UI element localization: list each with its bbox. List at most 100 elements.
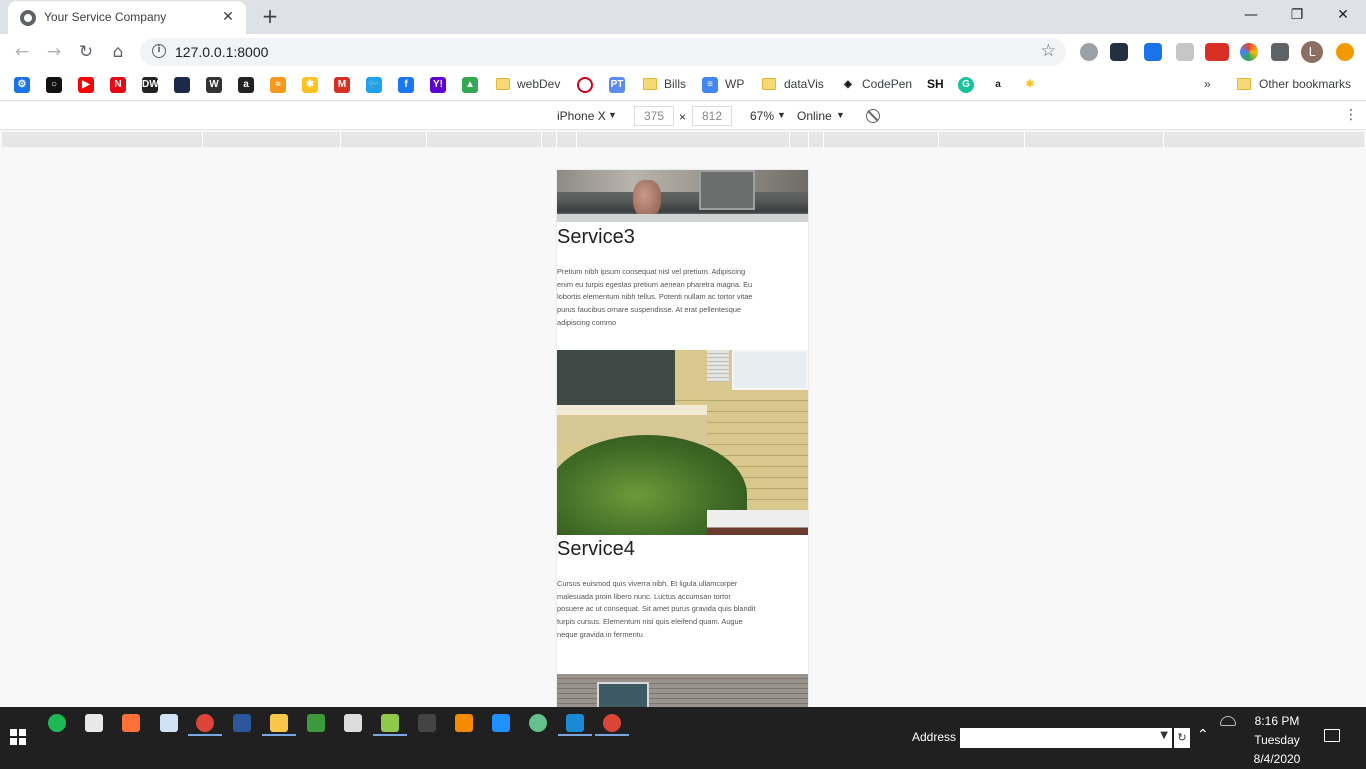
url-text[interactable]: 127.0.0.1:8000 [175,44,268,60]
bookmark-codepen[interactable]: CodePen [862,77,912,91]
height-input[interactable]: 812 [692,106,732,126]
terminal-icon[interactable] [418,714,436,732]
youtube-icon[interactable]: ▶ [78,77,94,93]
github-icon[interactable] [344,714,362,732]
spotify-icon[interactable] [48,714,66,732]
wsj-icon[interactable] [174,77,190,93]
network-select[interactable]: Online [797,109,832,123]
tab-close-button[interactable]: ✕ [218,7,238,27]
address-toolbar-input[interactable]: ▼ [960,728,1172,748]
notification-icon[interactable] [1324,729,1340,742]
media-query-bar[interactable] [2,132,1364,147]
windows-start-button[interactable] [10,729,26,745]
pt-icon[interactable]: PT [609,77,625,93]
forward-button[interactable]: → [42,40,66,64]
media-query-segment[interactable] [202,132,203,147]
back-button[interactable]: ← [10,40,34,64]
gear-icon[interactable]: ⚙ [14,77,30,93]
chevron-down-icon: ▼ [608,110,617,120]
bookmark-sh[interactable]: SH [927,77,944,91]
media-query-segment[interactable] [823,132,824,147]
circle-icon[interactable]: ○ [46,77,62,93]
walmart-icon[interactable]: ✱ [1022,77,1038,93]
word-icon[interactable] [233,714,251,732]
zoom-select[interactable]: 67% [750,109,774,123]
extension-1-icon[interactable] [1080,43,1098,61]
device-select[interactable]: iPhone X [557,109,606,123]
firefox-icon[interactable] [122,714,140,732]
bookmark-bills[interactable]: Bills [664,77,686,91]
docs-icon[interactable]: ≡ [702,77,718,93]
facebook-icon[interactable]: f [398,77,414,93]
go-button[interactable]: ↻ [1174,728,1190,748]
wikipedia-icon[interactable]: W [206,77,222,93]
rotate-icon[interactable] [866,109,880,123]
bookmark-wp[interactable]: WP [725,77,744,91]
audible-icon[interactable]: ≈ [270,77,286,93]
gmail-icon[interactable]: M [334,77,350,93]
reload-button[interactable]: ↻ [74,40,98,64]
puzzle-icon[interactable] [1271,43,1289,61]
explorer-icon[interactable] [270,714,288,732]
app-blue-icon[interactable] [492,714,510,732]
close-window-button[interactable]: ✕ [1320,4,1366,26]
new-tab-button[interactable]: + [260,5,280,27]
media-query-segment[interactable] [938,132,939,147]
atom-icon[interactable] [529,714,547,732]
codepen-icon[interactable]: ◈ [840,77,856,93]
address-bar[interactable]: i 127.0.0.1:8000 ☆ [140,38,1066,66]
vscode-icon[interactable] [566,714,584,732]
color-wheel-icon[interactable] [1240,43,1258,61]
drive-icon[interactable]: ▲ [462,77,478,93]
yahoo-icon[interactable]: Y! [430,77,446,93]
extension-orange-icon[interactable] [1336,43,1354,61]
more-options-button[interactable]: ⋮ [1344,107,1358,123]
media-query-segment[interactable] [426,132,427,147]
chevron-down-icon[interactable]: ▼ [1160,730,1168,741]
chrome2-icon[interactable] [603,714,621,732]
folder-icon [643,78,657,90]
bookmark-webdev[interactable]: webDev [517,77,560,91]
bookmarks-overflow[interactable]: » [1204,77,1211,91]
media-query-segment[interactable] [808,132,809,147]
walmart-icon[interactable]: ✱ [302,77,318,93]
bookmark-datavis[interactable]: dataVis [784,77,824,91]
amazon-icon[interactable]: a [990,77,1006,93]
media-query-segment[interactable] [340,132,341,147]
amazon-assistant-icon[interactable] [1110,43,1128,61]
media-query-segment[interactable] [1024,132,1025,147]
notepadpp-icon[interactable] [381,714,399,732]
extension-check-icon[interactable] [1144,43,1162,61]
bookmark-other[interactable]: Other bookmarks [1259,77,1351,91]
extension-hand-icon[interactable] [1176,43,1194,61]
width-input[interactable]: 375 [634,106,674,126]
vlc-icon[interactable] [455,714,473,732]
tray-overflow-icon[interactable]: ⌃ [1197,727,1209,743]
chrome-icon[interactable] [196,714,214,732]
device-viewport[interactable]: Service3 Pretium nibh ipsum consequat ni… [557,170,808,707]
media-query-segment[interactable] [1163,132,1164,147]
media-query-segment[interactable] [576,132,577,147]
info-icon[interactable]: i [152,44,166,58]
tab-active[interactable]: Your Service Company ✕ [8,1,246,34]
netflix-icon[interactable]: N [110,77,126,93]
twitter-icon[interactable]: 🐦 [366,77,382,93]
system-clock[interactable]: 8:16 PM Tuesday 8/4/2020 [1240,712,1314,769]
network-icon[interactable] [1220,716,1236,726]
dw-icon[interactable]: DW [142,77,159,93]
opera-icon[interactable] [577,77,593,93]
app-h-icon[interactable] [307,714,325,732]
bookmark-star-icon[interactable]: ☆ [1041,41,1056,61]
minimize-button[interactable]: — [1228,4,1274,26]
notepad-icon[interactable] [160,714,178,732]
media-query-segment[interactable] [541,132,542,147]
profile-avatar[interactable]: L [1301,41,1323,63]
new-badge-icon[interactable] [1205,43,1229,61]
media-query-segment[interactable] [789,132,790,147]
amazon-icon[interactable]: a [238,77,254,93]
restore-button[interactable]: ❐ [1274,4,1320,26]
grammarly-icon[interactable]: G [958,77,974,93]
store-icon[interactable] [85,714,103,732]
home-button[interactable]: ⌂ [106,40,130,64]
media-query-segment[interactable] [556,132,557,147]
